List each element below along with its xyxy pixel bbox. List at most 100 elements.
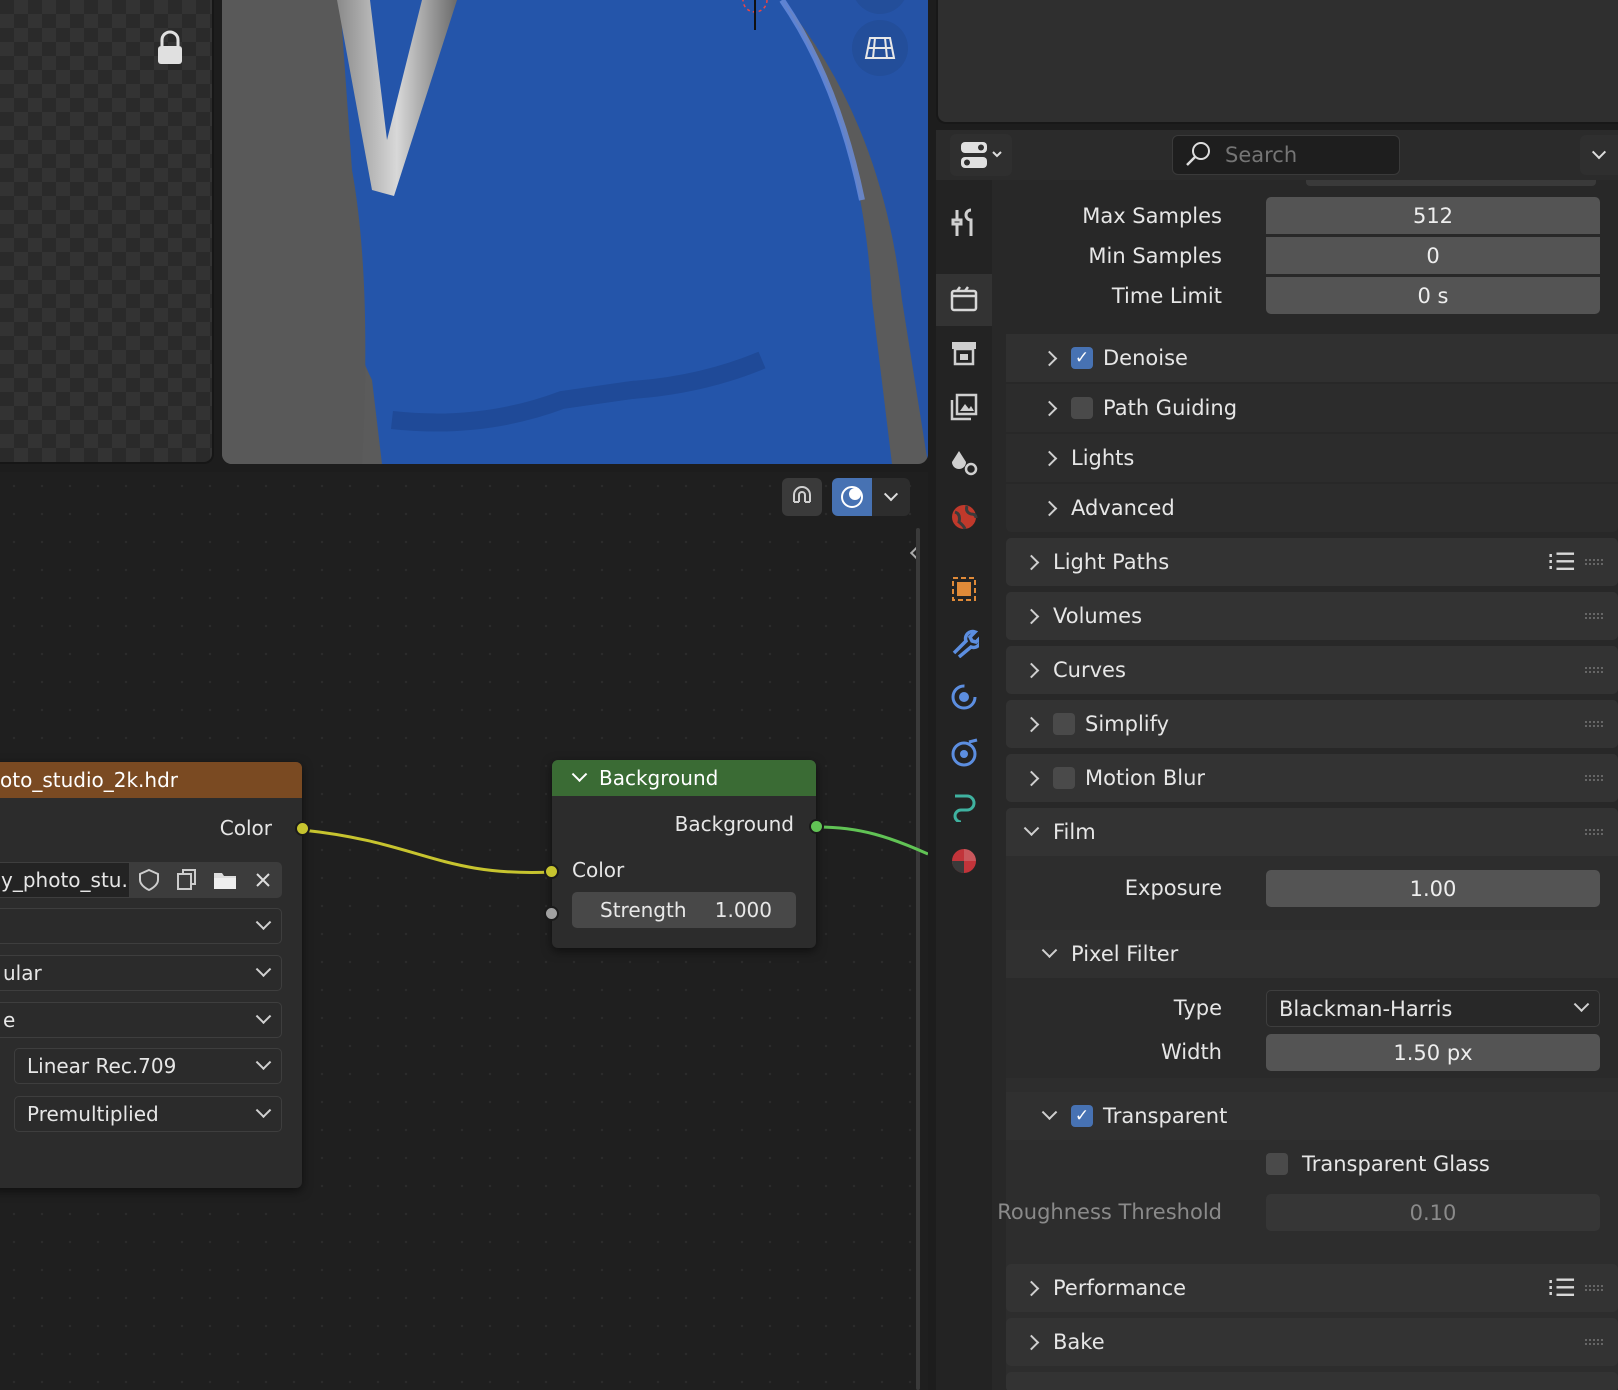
- duplicate-icon[interactable]: [168, 862, 206, 898]
- background-output-socket[interactable]: [809, 819, 824, 834]
- object-tab-icon[interactable]: [947, 572, 981, 606]
- constraints-tab-icon[interactable]: [947, 790, 981, 824]
- material-tab-icon[interactable]: [947, 844, 981, 878]
- denoise-subpanel[interactable]: ✓ Denoise: [1006, 334, 1618, 382]
- properties-header: [936, 130, 1618, 180]
- presets-list-icon[interactable]: ⁝☰: [1547, 1274, 1576, 1302]
- tool-tab-icon[interactable]: [947, 206, 981, 240]
- collapse-chevron-icon[interactable]: [571, 765, 588, 782]
- motion-blur-checkbox[interactable]: [1053, 767, 1075, 789]
- shader-node-editor[interactable]: oto_studio_2k.hdr Color y_photo_stu... u…: [0, 472, 928, 1390]
- perspective-grid-icon: [864, 37, 896, 59]
- drag-handle-icon[interactable]: [1584, 720, 1604, 728]
- pixel-filter-subpanel[interactable]: Pixel Filter: [1006, 930, 1618, 978]
- min-samples-field[interactable]: 0: [1266, 237, 1600, 274]
- image-name[interactable]: y_photo_stu...: [0, 862, 130, 898]
- chevron-down-icon: [1041, 1103, 1058, 1120]
- roughness-threshold-field[interactable]: 0.10: [1266, 1194, 1600, 1231]
- chevron-down-icon: [255, 913, 272, 930]
- lock-icon[interactable]: [152, 28, 188, 68]
- motion-blur-panel[interactable]: Motion Blur: [1006, 754, 1618, 802]
- node-title: Background: [599, 766, 719, 790]
- search-icon: [1186, 142, 1210, 166]
- chevron-down-icon: [1573, 996, 1590, 1013]
- chevron-down-icon: [1591, 145, 1607, 160]
- simplify-checkbox[interactable]: [1053, 713, 1075, 735]
- drag-handle-icon[interactable]: [1584, 828, 1604, 836]
- exposure-field[interactable]: 1.00: [1266, 870, 1600, 907]
- source-dropdown[interactable]: e: [0, 1002, 282, 1038]
- drag-handle-icon[interactable]: [1584, 558, 1604, 566]
- modifier-tab-icon[interactable]: [947, 626, 981, 660]
- alpha-dropdown[interactable]: Premultiplied: [14, 1096, 282, 1132]
- node-header[interactable]: oto_studio_2k.hdr: [0, 762, 302, 798]
- max-samples-field[interactable]: 512: [1266, 197, 1600, 234]
- search-input[interactable]: [1223, 142, 1377, 168]
- drag-handle-icon[interactable]: [1584, 1284, 1604, 1292]
- presets-list-icon[interactable]: ⁝☰: [1547, 548, 1576, 576]
- color-output-socket[interactable]: [295, 821, 310, 836]
- viewport-left[interactable]: [0, 0, 214, 464]
- properties-search[interactable]: [1172, 135, 1400, 175]
- advanced-subpanel[interactable]: Advanced: [1006, 484, 1618, 532]
- chevron-right-icon: [1023, 608, 1040, 624]
- drag-handle-icon[interactable]: [1584, 774, 1604, 782]
- node-header[interactable]: Background: [552, 760, 816, 796]
- folder-icon[interactable]: [206, 862, 244, 898]
- curves-panel[interactable]: Curves: [1006, 646, 1618, 694]
- chevron-right-icon: [1041, 350, 1058, 366]
- filter-type-dropdown[interactable]: Blackman-Harris: [1266, 990, 1600, 1027]
- path-guiding-checkbox[interactable]: [1071, 397, 1093, 419]
- strength-field[interactable]: Strength 1.000: [572, 892, 796, 928]
- performance-panel[interactable]: Performance ⁝☰: [1006, 1264, 1618, 1312]
- editor-type-button[interactable]: [950, 134, 1012, 176]
- fake-user-icon[interactable]: [130, 862, 168, 898]
- interpolation-dropdown[interactable]: [0, 908, 282, 944]
- max-samples-label: Max Samples: [1082, 204, 1222, 228]
- projection-dropdown[interactable]: ular: [0, 955, 282, 991]
- output-tab-icon[interactable]: [947, 336, 981, 370]
- drag-handle-icon[interactable]: [1584, 1338, 1604, 1346]
- render-properties: Max Samples 512 Min Samples 0 Time Limit…: [992, 180, 1618, 1390]
- background-node[interactable]: Background Background Color Strength 1.0…: [544, 760, 824, 948]
- scene-tab-icon[interactable]: [947, 446, 981, 480]
- color-input-socket[interactable]: [544, 864, 559, 879]
- chevron-right-icon: [1041, 500, 1058, 516]
- environment-texture-node[interactable]: oto_studio_2k.hdr Color y_photo_stu... u…: [0, 762, 310, 1188]
- close-icon[interactable]: [244, 862, 282, 898]
- drag-handle-icon[interactable]: [1584, 666, 1604, 674]
- volumes-panel[interactable]: Volumes: [1006, 592, 1618, 640]
- light-paths-panel[interactable]: Light Paths ⁝☰: [1006, 538, 1618, 586]
- transparent-subpanel[interactable]: ✓ Transparent: [1006, 1092, 1618, 1140]
- film-panel[interactable]: Film: [1006, 808, 1618, 856]
- time-limit-field[interactable]: 0 s: [1266, 277, 1600, 314]
- output-color-label: Color: [219, 816, 272, 840]
- transparent-glass-checkbox[interactable]: [1266, 1153, 1288, 1175]
- 3d-viewport[interactable]: [222, 0, 928, 464]
- chevron-down-icon: [1023, 819, 1040, 836]
- color-space-dropdown[interactable]: Linear Rec.709: [14, 1048, 282, 1084]
- world-tab-icon[interactable]: [947, 500, 981, 534]
- chevron-down-icon: [255, 1007, 272, 1024]
- render-tab-icon[interactable]: [947, 282, 981, 316]
- crosshair-icon: [740, 0, 770, 30]
- simplify-panel[interactable]: Simplify: [1006, 700, 1618, 748]
- drag-handle-icon[interactable]: [1584, 612, 1604, 620]
- physics-tab-icon[interactable]: [947, 736, 981, 770]
- options-dropdown[interactable]: [1580, 135, 1618, 175]
- filter-width-field[interactable]: 1.50 px: [1266, 1034, 1600, 1071]
- image-selector[interactable]: y_photo_stu...: [0, 862, 282, 898]
- strength-input-socket[interactable]: [544, 906, 559, 921]
- time-limit-label: Time Limit: [1111, 284, 1222, 308]
- lights-subpanel[interactable]: Lights: [1006, 434, 1618, 482]
- denoise-checkbox[interactable]: ✓: [1071, 347, 1093, 369]
- perspective-grid-button[interactable]: [852, 20, 908, 76]
- color-input-label: Color: [572, 858, 625, 882]
- path-guiding-subpanel[interactable]: Path Guiding: [1006, 384, 1618, 432]
- particles-tab-icon[interactable]: [947, 680, 981, 714]
- view-layer-tab-icon[interactable]: [947, 390, 981, 424]
- transparent-checkbox[interactable]: ✓: [1071, 1105, 1093, 1127]
- chevron-down-icon: [255, 1053, 272, 1070]
- bake-panel[interactable]: Bake: [1006, 1318, 1618, 1366]
- transparent-glass-option[interactable]: Transparent Glass: [1266, 1152, 1490, 1176]
